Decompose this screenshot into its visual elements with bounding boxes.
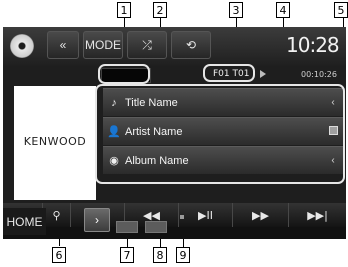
forward-icon: ▶▶ — [252, 208, 269, 222]
clock: 10:28 — [286, 33, 340, 57]
chevron-right-icon: › — [95, 213, 99, 227]
callout-2: 2 — [153, 2, 167, 18]
callout-7: 7 — [120, 247, 134, 263]
shuffle-button[interactable]: ⤮ — [127, 31, 167, 59]
next-track-button[interactable]: ▶▶| — [289, 203, 346, 227]
rewind-icon: ◀◀ — [143, 208, 160, 222]
shuffle-icon: ⤮ — [142, 37, 152, 52]
mode-label: MODE — [85, 38, 121, 52]
album-artwork[interactable]: KENWOOD — [14, 86, 96, 200]
play-pause-button[interactable]: ▶II — [179, 203, 233, 227]
bottom-bar — [3, 227, 346, 239]
callout-8: 8 — [153, 247, 167, 263]
search-icon: ⚲ — [52, 208, 61, 222]
callout-4: 4 — [276, 2, 290, 18]
prev-folder-button[interactable]: « — [47, 31, 79, 59]
repeat-button[interactable]: ⟲ — [171, 31, 211, 59]
disc-source-icon[interactable] — [10, 34, 34, 58]
top-bar: « MODE ⤮ ⟲ 10:28 — [3, 27, 346, 66]
forward-button[interactable]: ▶▶ — [233, 203, 289, 227]
play-pause-icon: ▶II — [198, 208, 213, 222]
callout-1: 1 — [117, 2, 131, 18]
mode-button[interactable]: MODE — [83, 31, 123, 59]
highlight-1 — [98, 64, 150, 84]
search-button[interactable]: ⚲ — [43, 203, 71, 227]
manual-figure: « MODE ⤮ ⟲ 10:28 F01 T01 00:10:26 KENWOO… — [0, 0, 348, 267]
highlight-2 — [95, 84, 345, 184]
play-status-icon — [260, 70, 266, 78]
page-arrow-button[interactable]: › — [84, 208, 110, 232]
repeat-icon: ⟲ — [185, 38, 197, 52]
indicator-7 — [116, 221, 138, 233]
brand-logo: KENWOOD — [23, 135, 87, 148]
next-track-icon: ▶▶| — [307, 208, 328, 222]
callout-3: 3 — [229, 2, 243, 18]
home-button[interactable]: HOME — [3, 208, 46, 235]
home-label: HOME — [6, 214, 43, 229]
indicator-9 — [180, 215, 184, 219]
highlight-3 — [203, 64, 255, 82]
playing-time: 00:10:26 — [301, 70, 337, 79]
callout-6: 6 — [52, 247, 66, 263]
control-bar: ⇄ ⚲ |◀◀ ◀◀ ▶II ▶▶ ▶▶| — [3, 203, 346, 227]
indicator-8 — [145, 221, 167, 233]
callout-5: 5 — [334, 2, 348, 18]
double-left-icon: « — [59, 38, 67, 52]
callout-9: 9 — [176, 247, 190, 263]
